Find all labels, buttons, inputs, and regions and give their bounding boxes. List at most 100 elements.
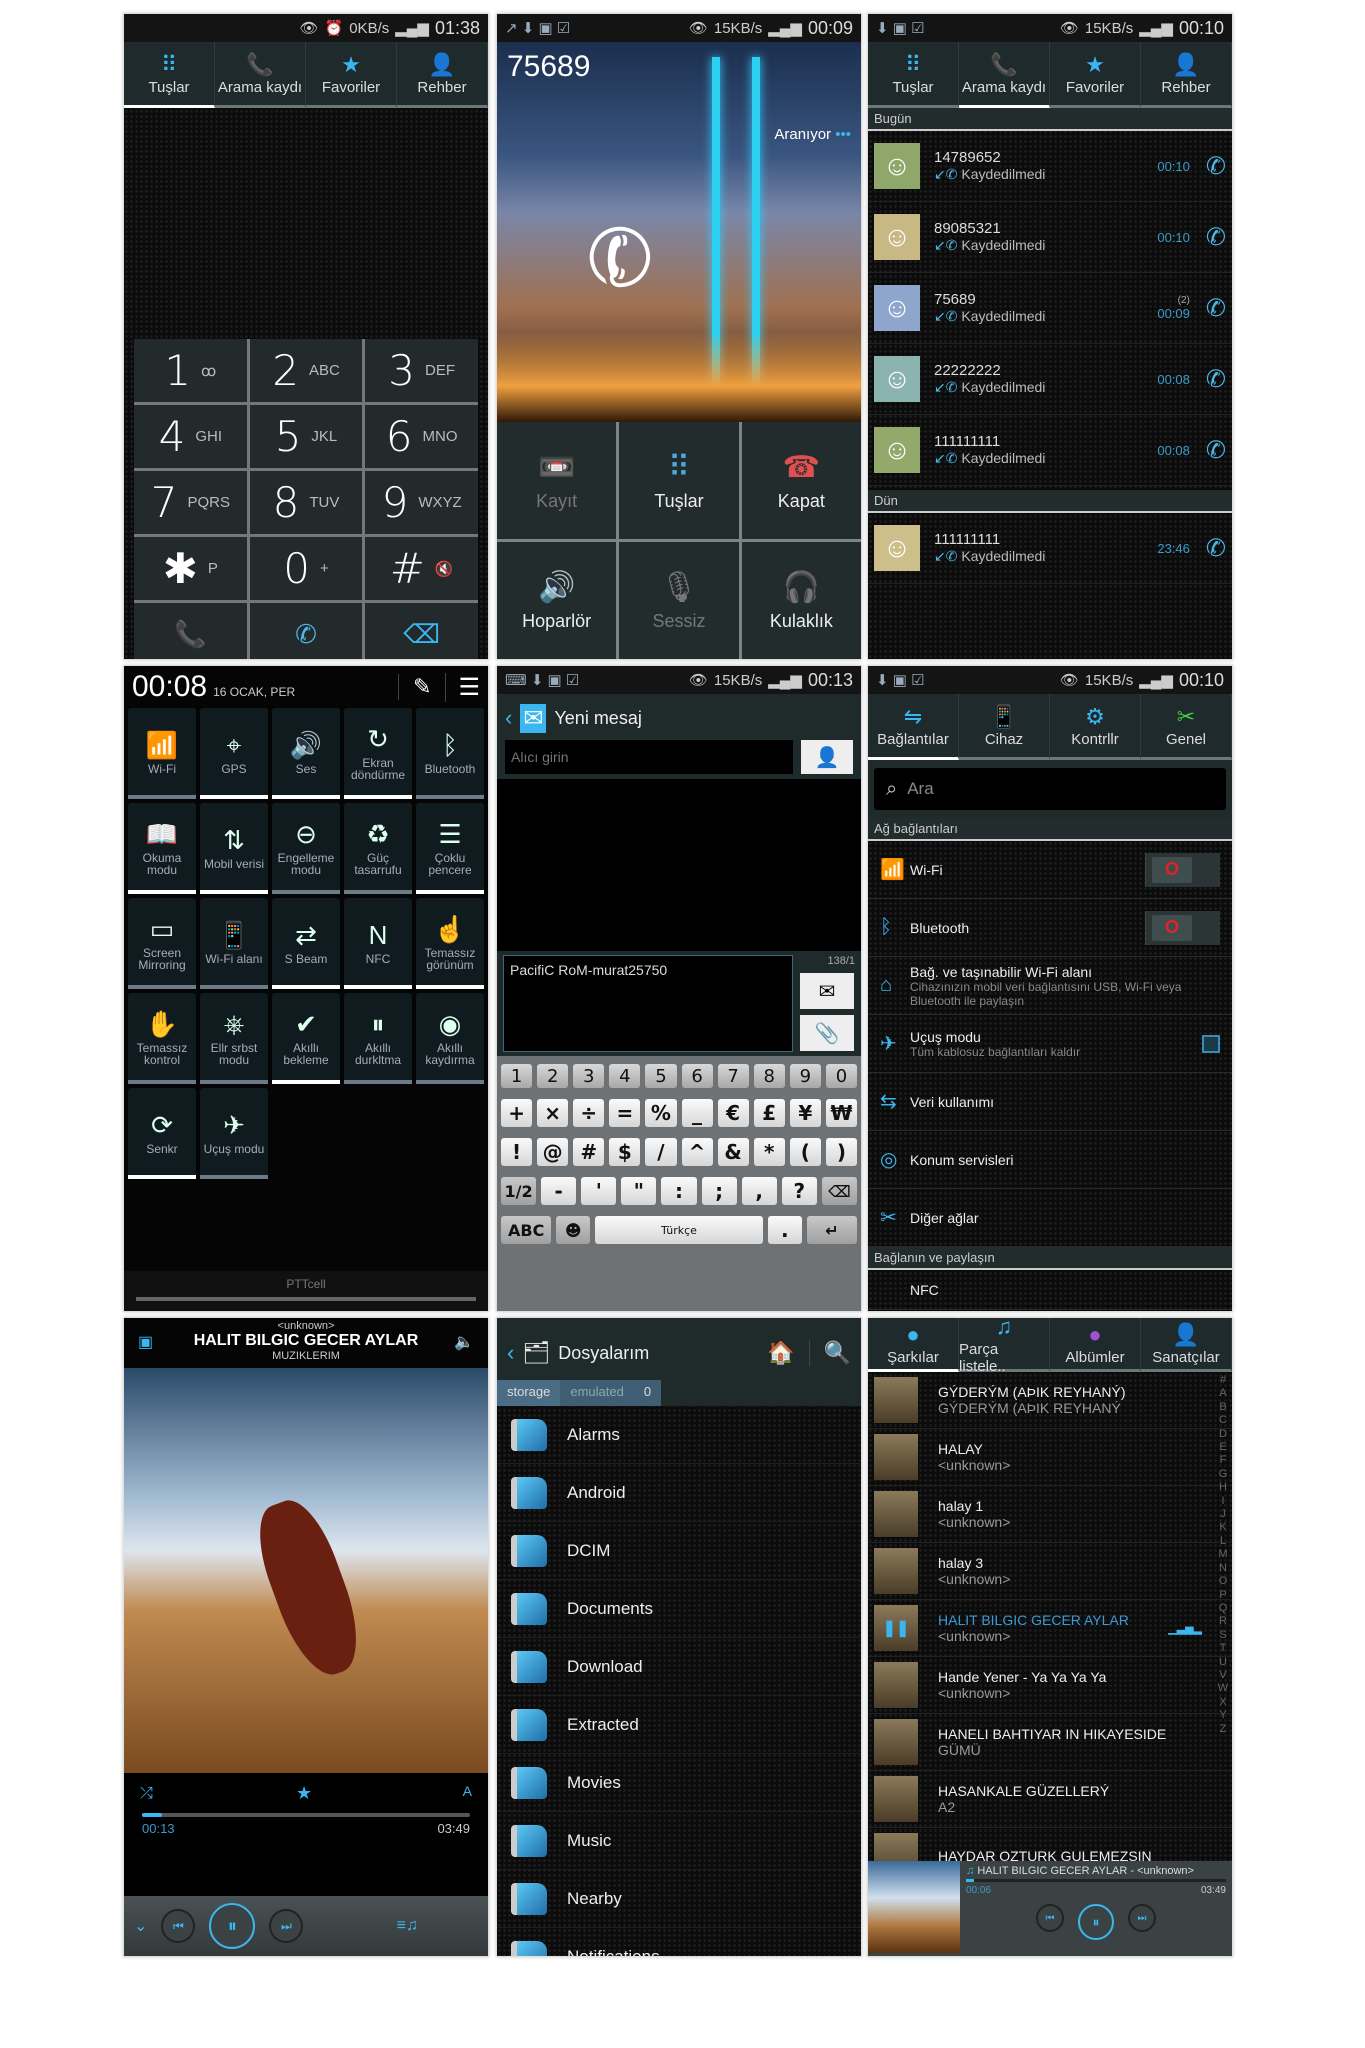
song-item[interactable]: HASANKALE GÜZELLERÝ A2 xyxy=(868,1771,1232,1828)
settings-item-nfc[interactable]: NFC xyxy=(868,1270,1232,1310)
tab-albums[interactable]: ● Albümler xyxy=(1050,1318,1141,1372)
enter-key[interactable]: ↵ xyxy=(806,1216,857,1244)
key[interactable]: 5 xyxy=(645,1064,677,1088)
settings-item[interactable]: ✂ Diğer ağlar xyxy=(868,1189,1232,1247)
tab-connections[interactable]: ⇋ Bağlantılar xyxy=(868,694,959,760)
key[interactable]: = xyxy=(609,1099,641,1127)
song-item[interactable]: HANELI BAHTIYAR IN HIKAYESIDE GÜMÜ xyxy=(868,1714,1232,1771)
index-letter[interactable]: J xyxy=(1216,1508,1230,1521)
index-letter[interactable]: C xyxy=(1216,1414,1230,1427)
key-0[interactable]: 0 + xyxy=(249,537,363,600)
index-letter[interactable]: N xyxy=(1216,1562,1230,1575)
tab-songs[interactable]: ● Şarkılar xyxy=(868,1318,959,1372)
tab-favorites[interactable]: ★ Favoriler xyxy=(1050,42,1141,108)
index-letter[interactable]: Y xyxy=(1216,1709,1230,1722)
tab-device[interactable]: 📱 Cihaz xyxy=(959,694,1050,760)
index-letter[interactable]: G xyxy=(1216,1468,1230,1481)
space-key[interactable]: Türkçe xyxy=(595,1216,763,1244)
key[interactable]: + xyxy=(501,1099,533,1127)
folder-item[interactable]: Download xyxy=(497,1638,861,1696)
key[interactable]: £ xyxy=(753,1099,785,1127)
index-letter[interactable]: Q xyxy=(1216,1602,1230,1615)
screen-mirroring-icon[interactable]: ▣ xyxy=(138,1332,153,1352)
quick-toggle[interactable]: 📱 Wi-Fi alanı xyxy=(200,898,268,989)
settings-item[interactable]: ⇆ Veri kullanımı xyxy=(868,1073,1232,1131)
list-icon[interactable]: ☰ xyxy=(445,672,480,702)
key-star[interactable]: ✱ P xyxy=(134,537,247,600)
key[interactable]: 8 xyxy=(753,1064,785,1088)
send-button[interactable]: ✉ xyxy=(800,973,854,1009)
emoji-key[interactable]: ☻ xyxy=(556,1216,590,1244)
key-7[interactable]: 7 PQRS xyxy=(134,471,247,534)
back-icon[interactable]: ‹ xyxy=(505,705,512,731)
index-letter[interactable]: X xyxy=(1216,1696,1230,1709)
shuffle-icon[interactable]: ⤮ xyxy=(140,1785,153,1803)
recipient-input[interactable] xyxy=(505,740,793,774)
key[interactable]: 1/2 xyxy=(501,1177,537,1205)
favorite-star-icon[interactable]: ★ xyxy=(296,1783,312,1804)
index-letter[interactable]: A xyxy=(1216,1387,1230,1400)
song-item[interactable]: halay 3 <unknown> xyxy=(868,1543,1232,1600)
song-item[interactable]: ❚❚ HALIT BILGIC GECER AYLAR <unknown> ▁▃▅▂ xyxy=(868,1600,1232,1657)
next-button[interactable]: ⏭ xyxy=(269,1909,304,1943)
edit-icon[interactable]: ✎ xyxy=(398,674,445,700)
key-4[interactable]: 4 GHI xyxy=(134,405,247,468)
call-back-button[interactable]: ✆ xyxy=(1206,436,1226,465)
headset-button[interactable]: 🎧 Kulaklık xyxy=(741,542,861,659)
tab-playlists[interactable]: ♫ Parça listele.. xyxy=(959,1318,1050,1375)
key[interactable]: * xyxy=(753,1138,785,1166)
mini-pause-button[interactable]: ⏸ xyxy=(1078,1904,1114,1940)
key[interactable]: ¥ xyxy=(789,1099,821,1127)
mini-next-button[interactable]: ⏭ xyxy=(1128,1904,1156,1932)
index-letter[interactable]: F xyxy=(1216,1454,1230,1467)
contact-picker-button[interactable]: 👤 xyxy=(801,740,853,774)
key-9[interactable]: 9 WXYZ xyxy=(365,471,478,534)
key[interactable]: 2 xyxy=(537,1064,569,1088)
key-3[interactable]: 3 DEF xyxy=(365,339,478,402)
attach-button[interactable]: 📎 xyxy=(800,1015,854,1051)
keypad-button[interactable]: ⠿ Tuşlar xyxy=(619,422,739,539)
key[interactable]: # xyxy=(573,1138,605,1166)
key[interactable]: - xyxy=(541,1177,577,1205)
call-button[interactable]: ✆ xyxy=(249,603,363,659)
folder-item[interactable]: Documents xyxy=(497,1580,861,1638)
volume-icon[interactable]: 🔈 xyxy=(454,1332,474,1352)
collapse-icon[interactable]: ⌄ xyxy=(134,1916,147,1936)
quick-toggle[interactable]: ☝ Temassız görünüm xyxy=(416,898,484,989)
folder-item[interactable]: DCIM xyxy=(497,1522,861,1580)
checkbox[interactable] xyxy=(1202,1034,1220,1053)
folder-item[interactable]: Android xyxy=(497,1464,861,1522)
breadcrumb-0[interactable]: 0 xyxy=(633,1380,662,1406)
folder-item[interactable]: Notifications xyxy=(497,1928,861,1956)
key-5[interactable]: 5 JKL xyxy=(249,405,363,468)
call-back-button[interactable]: ✆ xyxy=(1206,294,1226,323)
index-letter[interactable]: H xyxy=(1216,1481,1230,1494)
quick-toggle[interactable]: 🔊 Ses xyxy=(272,708,340,799)
quick-toggle[interactable]: ⟳ Senkr xyxy=(128,1088,196,1179)
record-button[interactable]: 📼 Kayıt xyxy=(497,422,617,539)
quick-toggle[interactable]: ✋ Temassız kontrol xyxy=(128,993,196,1084)
index-letter[interactable]: # xyxy=(1216,1374,1230,1387)
key[interactable]: % xyxy=(645,1099,677,1127)
key[interactable]: ÷ xyxy=(573,1099,605,1127)
tab-general[interactable]: ✂ Genel xyxy=(1141,694,1232,760)
key[interactable]: & xyxy=(717,1138,749,1166)
key[interactable]: $ xyxy=(609,1138,641,1166)
quick-toggle[interactable]: 📶 Wi-Fi xyxy=(128,708,196,799)
call-log-entry[interactable]: ☺ 75689 ↙✆ Kaydedilmedi (2) 00:09 ✆ xyxy=(868,273,1232,344)
tab-contacts[interactable]: 👤 Rehber xyxy=(397,42,488,108)
quick-toggle[interactable]: ⏸ Akıllı durkltma xyxy=(344,993,412,1084)
speaker-button[interactable]: 🔊 Hoparlör xyxy=(497,542,617,659)
quick-toggle[interactable]: ☰ Çoklu pencere xyxy=(416,803,484,894)
tab-artists[interactable]: 👤 Sanatçılar xyxy=(1141,1318,1232,1372)
settings-item[interactable]: 📶 Wi-Fi O xyxy=(868,841,1232,899)
search-input[interactable]: ⌕ Ara xyxy=(874,768,1226,810)
call-log-entry[interactable]: ☺ 22222222 ↙✆ Kaydedilmedi 00:08 ✆ xyxy=(868,344,1232,415)
key[interactable]: ) xyxy=(825,1138,857,1166)
playlist-icon[interactable]: ≡♫ xyxy=(397,1917,418,1935)
previous-button[interactable]: ⏮ xyxy=(161,1909,196,1943)
settings-item[interactable]: ⌂ Bağ. ve taşınabilir Wi-Fi alanı Cihazını… xyxy=(868,957,1232,1015)
quick-toggle[interactable]: ♻ Güç tasarrufu xyxy=(344,803,412,894)
settings-item[interactable]: ✈ Uçuş modu Tüm kablosuz bağlantıları kald… xyxy=(868,1015,1232,1073)
song-item[interactable]: GÝDERÝM (AÞIK REYHANÝ) GÝDERÝM (AÞIK REYH… xyxy=(868,1372,1232,1429)
